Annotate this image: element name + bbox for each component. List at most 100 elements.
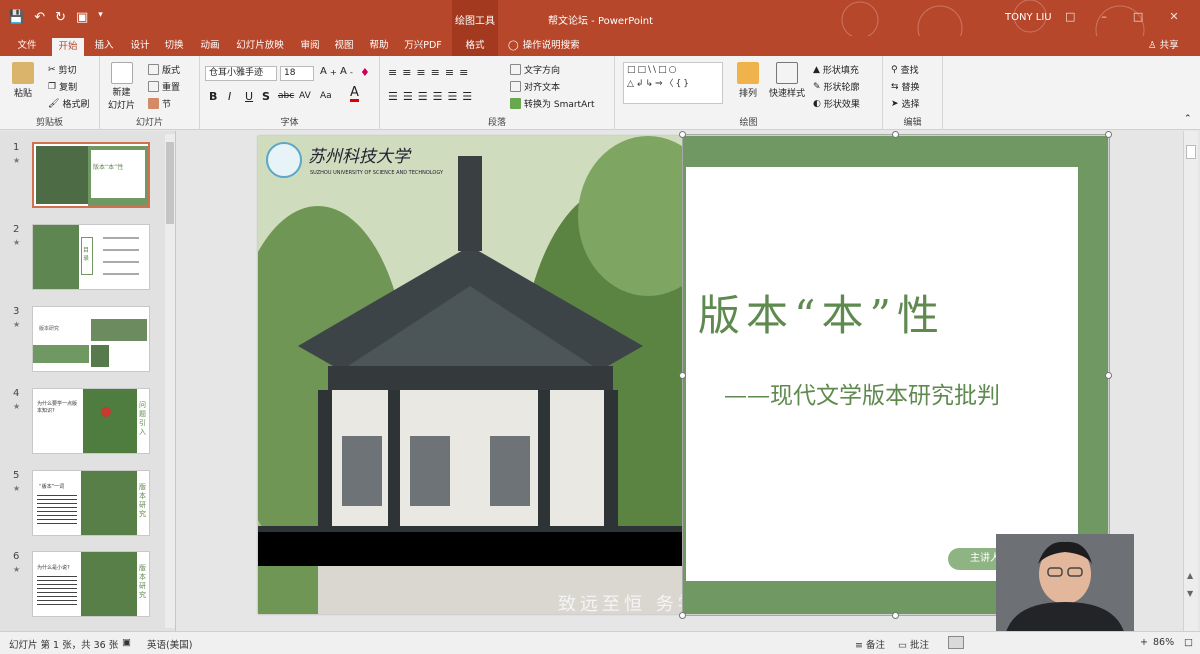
scroll-up-icon[interactable]: ▲ (1187, 571, 1193, 580)
user-name[interactable]: TONY LIU (1005, 12, 1052, 23)
undo-icon[interactable]: ↶ (34, 10, 45, 25)
text-direction-button[interactable]: 文字方向 (510, 63, 560, 76)
close-icon[interactable]: ✕ (1169, 10, 1178, 23)
copy-icon: ❐ (48, 81, 57, 92)
resize-handle[interactable] (1105, 131, 1112, 138)
redo-icon[interactable]: ↻ (55, 10, 66, 25)
quick-styles-button[interactable]: 快速样式 (769, 62, 805, 99)
maximize-icon[interactable]: □ (1133, 10, 1143, 23)
clear-format-icon[interactable]: ♦ (360, 66, 370, 79)
comments-button[interactable]: ▭ 批注 (898, 637, 929, 651)
smartart-button[interactable]: 转换为 SmartArt (510, 97, 594, 110)
shapes-gallery[interactable]: □□\\□○ △↲↳⇒〈{} (623, 62, 723, 104)
tab-wondershare-pdf[interactable]: 万兴PDF (400, 36, 446, 56)
tab-transitions[interactable]: 切换 (158, 36, 190, 56)
minimize-icon[interactable]: – (1101, 10, 1107, 23)
shape-fill-label: 形状填充 (822, 66, 859, 76)
person-icon: ♙ (1148, 40, 1157, 51)
tab-view[interactable]: 视图 (328, 36, 360, 56)
font-size-combo[interactable]: 18 (280, 66, 314, 81)
resize-handle[interactable] (679, 131, 686, 138)
spacing-button[interactable]: AV (299, 91, 311, 101)
slide-thumbnail[interactable]: “版本”一词 版本研究 (32, 470, 150, 536)
language-indicator[interactable]: 英语(美国) (147, 637, 192, 651)
format-painter-button[interactable]: 🖌 格式刷 (48, 97, 89, 111)
quick-styles-icon (776, 62, 798, 84)
resize-handle[interactable] (892, 131, 899, 138)
replace-button[interactable]: ⇆ 替换 (891, 80, 920, 94)
shadow-button[interactable]: S (262, 90, 270, 103)
slide-thumbnail[interactable]: 为什么是小说? 版本研究 (32, 551, 150, 617)
paste-button[interactable]: 粘贴 (12, 62, 34, 99)
thumb-title: 目录 (83, 247, 90, 262)
animation-star-icon: ★ (13, 565, 21, 574)
grow-font-button[interactable]: A + (320, 66, 337, 77)
underline-button[interactable]: U (245, 90, 253, 103)
ribbon-display-icon[interactable]: □ (1065, 10, 1075, 23)
animation-star-icon: ★ (13, 320, 21, 329)
tab-format[interactable]: 格式 (452, 36, 498, 56)
scrollbar-knob[interactable] (166, 142, 174, 224)
slide-scrollbar[interactable]: ▲ ▼ (1183, 131, 1198, 631)
find-button[interactable]: ⚲ 查找 (891, 63, 919, 77)
slide-thumbnail[interactable]: 版本“本”性 (32, 142, 150, 208)
tab-animations[interactable]: 动画 (194, 36, 226, 56)
thumbnail-scrollbar[interactable] (165, 134, 175, 628)
zoom-level[interactable]: 86% (1153, 637, 1174, 648)
tab-slideshow[interactable]: 幻灯片放映 (230, 36, 290, 56)
slide-thumbnail[interactable]: 为什么要学一点版本知识? 问题引入 (32, 388, 150, 454)
align-text-button[interactable]: 对齐文本 (510, 80, 560, 93)
copy-button[interactable]: ❐ 复制 (48, 80, 77, 94)
scrollbar-knob[interactable] (1186, 145, 1196, 159)
font-name-combo[interactable]: 仓耳小雅手迹 (205, 66, 277, 81)
section-button[interactable]: 节 (148, 97, 171, 110)
select-button[interactable]: ➤ 选择 (891, 97, 920, 111)
zoom-plus-icon[interactable]: + (1140, 637, 1148, 648)
scroll-down-icon[interactable]: ▼ (1187, 589, 1193, 598)
tab-design[interactable]: 设计 (124, 36, 156, 56)
change-case-button[interactable]: Aa (320, 91, 332, 101)
tab-insert[interactable]: 插入 (88, 36, 120, 56)
drawing-tools-context: 绘图工具 (452, 0, 498, 36)
fit-to-window-icon[interactable]: □ (1184, 637, 1193, 648)
save-icon[interactable]: 💾 (8, 10, 24, 25)
slide-thumbnail[interactable]: 版本研究 (32, 306, 150, 372)
normal-view-icon[interactable] (948, 636, 964, 649)
magnifier-icon: ⚲ (891, 64, 898, 75)
replace-label: 替换 (901, 83, 920, 93)
bold-button[interactable]: B (209, 90, 217, 103)
group-paragraph: ≡≡≡≡≡≡ ☰☰☰☰☰☰ 文字方向 对齐文本 转换为 SmartArt 段落 (380, 56, 615, 130)
slide-thumbnail[interactable]: 目录 (32, 224, 150, 290)
new-slide-button[interactable]: 新建 幻灯片 (108, 62, 135, 111)
customize-qat-icon[interactable]: ▾ (98, 10, 103, 25)
shrink-font-button[interactable]: A- (340, 66, 353, 77)
tab-help[interactable]: 帮助 (362, 36, 396, 56)
tab-file[interactable]: 文件 (8, 36, 46, 56)
share-button[interactable]: ♙ 共享 (1148, 36, 1179, 56)
tab-review[interactable]: 审阅 (294, 36, 326, 56)
present-icon[interactable]: ▣ (76, 10, 88, 25)
list-buttons[interactable]: ≡≡≡≡≡≡ (388, 66, 473, 79)
tab-home[interactable]: 开始 (52, 36, 84, 56)
shape-fill-button[interactable]: ▲ 形状填充 (813, 63, 859, 77)
notes-button[interactable]: ≡ 备注 (855, 637, 885, 651)
align-buttons[interactable]: ☰☰☰☰☰☰ (388, 90, 477, 103)
reset-button[interactable]: 重置 (148, 80, 180, 93)
italic-button[interactable]: I (228, 90, 231, 103)
resize-handle[interactable] (1105, 372, 1112, 379)
spellcheck-icon[interactable]: ▣ (122, 637, 131, 648)
arrange-button[interactable]: 排列 (737, 62, 759, 99)
shape-outline-button[interactable]: ✎ 形状轮廓 (813, 80, 860, 94)
shape-effects-button[interactable]: ◐ 形状效果 (813, 97, 860, 111)
cut-button[interactable]: ✂ 剪切 (48, 63, 77, 77)
font-color-button[interactable]: A (350, 86, 359, 102)
layout-button[interactable]: 版式 (148, 63, 180, 76)
resize-handle[interactable] (679, 612, 686, 619)
collapse-ribbon-icon[interactable]: ⌃ (1184, 114, 1192, 124)
thumb-text: 为什么要学一点版本知识? (37, 401, 78, 414)
resize-handle[interactable] (679, 372, 686, 379)
university-name-en: SUZHOU UNIVERSITY OF SCIENCE AND TECHNOL… (310, 170, 444, 176)
strike-button[interactable]: abc (278, 91, 294, 101)
resize-handle[interactable] (892, 612, 899, 619)
tell-me-search[interactable]: ◯ 操作说明搜索 (508, 36, 580, 56)
